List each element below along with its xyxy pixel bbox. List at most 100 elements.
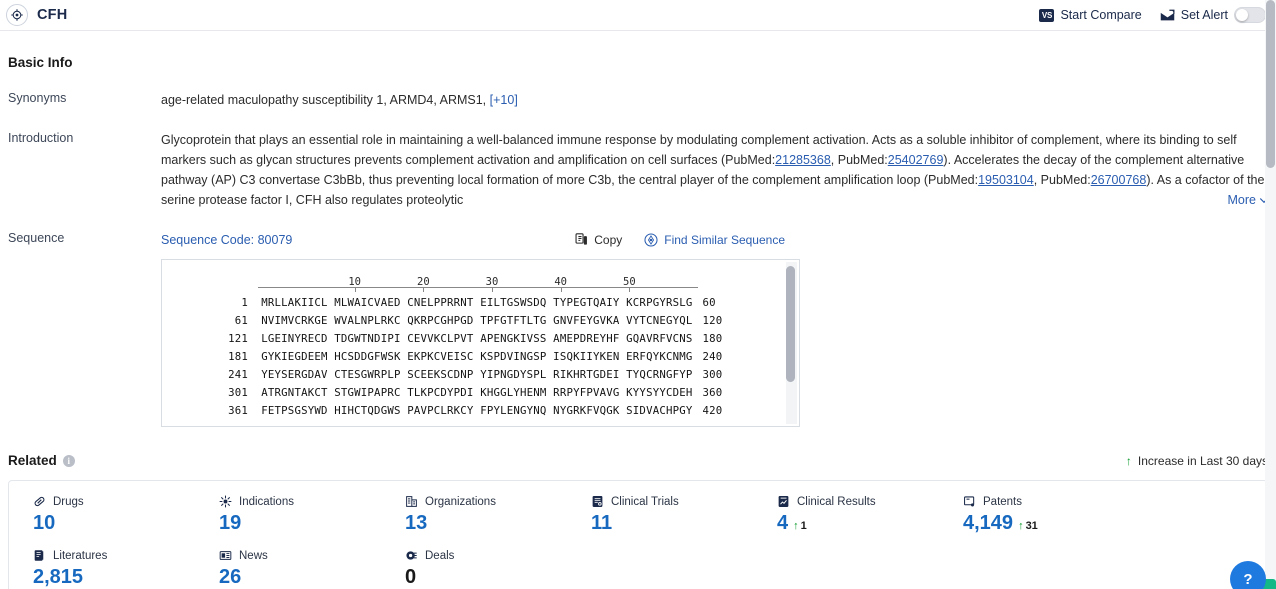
related-item-literatures[interactable]: Literatures 2,815	[9, 549, 195, 589]
related-item-header: Drugs	[33, 495, 195, 508]
related-item-count: 4,149	[963, 512, 1014, 534]
find-similar-label: Find Similar Sequence	[664, 233, 785, 247]
related-item-label: Literatures	[53, 549, 108, 562]
related-item-count: 10	[33, 512, 56, 534]
arrow-up-icon: ↑	[1125, 453, 1132, 468]
related-item-clinical-trials[interactable]: Clinical Trials 11	[567, 495, 753, 535]
main-content: Basic Info Synonyms age-related maculopa…	[0, 55, 1276, 589]
set-alert-label: Set Alert	[1180, 8, 1228, 22]
synonyms-value: age-related maculopathy susceptibility 1…	[161, 90, 1268, 110]
related-item-header: Literatures	[33, 549, 195, 562]
target-icon	[6, 4, 28, 26]
sequence-line: 121 LGEINYRECD TDGWTNDIPI CEVVKCLPVT APE…	[162, 330, 799, 348]
sequence-residues: NVIMVCRKGE WVALNPLRKC QKRPCGHPGD TPFGTFT…	[248, 314, 693, 327]
related-item-indications[interactable]: Indications 19	[195, 495, 381, 535]
related-item-label: Patents	[983, 495, 1022, 508]
top-bar-actions: VS Start Compare Set Alert	[1039, 7, 1270, 23]
sequence-line: 361 FETPSGSYWD HIHCTQDGWS PAVPCLRKCY FPY…	[162, 402, 799, 420]
pubmed-link[interactable]: 21285368	[775, 153, 831, 167]
pubmed-link[interactable]: 19503104	[978, 173, 1034, 187]
related-item-delta: ↑ 1	[793, 520, 807, 535]
sequence-line-start: 1	[241, 296, 248, 309]
related-item-count: 11	[591, 512, 613, 534]
sequence-residues: ATRGNTAKCT STGWIPAPRC TLKPCDYPDI KHGGLYH…	[248, 386, 693, 399]
pubmed-link[interactable]: 26700768	[1091, 173, 1147, 187]
synonyms-more-link[interactable]: [+10]	[490, 93, 518, 107]
increase-legend: ↑ Increase in Last 30 days	[1126, 454, 1268, 468]
sequence-line-start: 61	[234, 314, 248, 327]
start-compare-button[interactable]: VS Start Compare	[1039, 8, 1142, 22]
related-item-delta-value: 1	[800, 520, 807, 532]
introduction-row: Introduction Glycoprotein that plays an …	[8, 130, 1270, 210]
set-alert-toggle[interactable]	[1234, 7, 1266, 23]
related-item-value: 11	[591, 512, 753, 535]
related-grid: Drugs 10 Indications 19 Organizations 13 Clini…	[9, 495, 1267, 589]
related-item-label: Drugs	[53, 495, 84, 508]
brand-area: CFH	[6, 4, 67, 26]
news-icon	[219, 549, 232, 562]
sequence-line-end: 360	[702, 386, 723, 399]
related-item-clinical-results[interactable]: Clinical Results 4 ↑ 1	[753, 495, 939, 535]
related-item-label: News	[239, 549, 268, 562]
info-icon[interactable]: i	[62, 454, 75, 467]
start-compare-label: Start Compare	[1060, 8, 1142, 22]
related-item-organizations[interactable]: Organizations 13	[381, 495, 567, 535]
related-item-value: 26	[219, 566, 381, 589]
sequence-lines: 1 MRLLAKIICL MLWAICVAED CNELPPRRNT EILTG…	[162, 294, 799, 420]
indication-icon	[219, 495, 232, 508]
clinical-trial-icon	[591, 495, 604, 508]
sequence-line: 61 NVIMVCRKGE WVALNPLRKC QKRPCGHPGD TPFG…	[162, 312, 799, 330]
related-item-patents[interactable]: Patents 4,149 ↑ 31	[939, 495, 1125, 535]
copy-button[interactable]: Copy	[575, 230, 622, 250]
pubmed-link[interactable]: 25402769	[888, 153, 944, 167]
introduction-label: Introduction	[8, 131, 74, 145]
organization-icon	[405, 495, 418, 508]
sequence-viewer[interactable]: 10 20 30 40 50 1 MRLLAKIICL MLWAICVAED CNELP…	[161, 259, 800, 427]
sequence-line: 301 ATRGNTAKCT STGWIPAPRC TLKPCDYPDI KHG…	[162, 384, 799, 402]
related-item-label: Indications	[239, 495, 294, 508]
related-item-header: News	[219, 549, 381, 562]
related-item-count: 26	[219, 566, 242, 588]
find-similar-sequence-button[interactable]: Find Similar Sequence	[644, 230, 785, 250]
related-item-news[interactable]: News 26	[195, 549, 381, 589]
sequence-line: 241 YEYSERGDAV CTESGWRPLP SCEEKSCDNP YIP…	[162, 366, 799, 384]
synonyms-label: Synonyms	[8, 91, 67, 105]
page-title: CFH	[37, 7, 68, 23]
clinical-result-icon	[777, 495, 790, 508]
increase-legend-label: Increase in Last 30 days	[1137, 453, 1268, 468]
ruler-notch	[492, 287, 493, 292]
sequence-residues: LGEINYRECD TDGWTNDIPI CEVVKCLPVT APENGKI…	[248, 332, 693, 345]
copy-label: Copy	[594, 233, 623, 247]
related-header: Related i ↑ Increase in Last 30 days	[8, 453, 1268, 468]
protein-detail-page: CFH VS Start Compare Set Alert Basic Inf…	[0, 0, 1276, 589]
copy-icon	[575, 233, 588, 245]
help-widget-button[interactable]: ?	[1230, 561, 1266, 589]
arrow-up-icon: ↑	[793, 520, 799, 532]
sequence-scrollbar-track[interactable]	[786, 262, 797, 424]
related-item-count: 19	[219, 512, 242, 534]
related-item-count: 4	[777, 512, 789, 534]
sequence-residues: YEYSERGDAV CTESGWRPLP SCEEKSCDNP YIPNGDY…	[248, 368, 693, 381]
sequence-actions: Copy Find Similar Sequence	[575, 230, 1268, 250]
synonyms-text: age-related maculopathy susceptibility 1…	[161, 93, 487, 107]
ruler-notch	[354, 287, 356, 292]
sequence-line: 1 MRLLAKIICL MLWAICVAED CNELPPRRNT EILTG…	[162, 294, 799, 312]
sequence-code-link[interactable]: Sequence Code: 80079	[161, 230, 292, 250]
top-bar: CFH VS Start Compare Set Alert	[0, 0, 1276, 31]
related-card: Drugs 10 Indications 19 Organizations 13 Clini…	[8, 480, 1268, 589]
related-item-delta-value: 31	[1025, 520, 1038, 532]
sequence-label: Sequence	[8, 231, 65, 245]
set-alert-control[interactable]: Set Alert	[1160, 7, 1266, 23]
related-item-drugs[interactable]: Drugs 10	[9, 495, 195, 535]
sequence-scrollbar-thumb[interactable]	[786, 266, 795, 382]
related-item-label: Clinical Results	[797, 495, 876, 508]
related-item-value: 0	[405, 566, 567, 589]
introduction-more-link[interactable]: More	[1219, 190, 1270, 210]
page-scrollbar-track[interactable]	[1265, 0, 1276, 589]
related-item-deals[interactable]: Deals 0	[381, 549, 567, 589]
page-scrollbar-thumb[interactable]	[1266, 0, 1275, 168]
related-item-value: 4 ↑ 1	[777, 512, 939, 535]
introduction-text: Glycoprotein that plays an essential rol…	[161, 133, 1264, 207]
sequence-line-start: 301	[228, 386, 248, 399]
sequence-residues: FETPSGSYWD HIHCTQDGWS PAVPCLRKCY FPYLENG…	[248, 404, 693, 417]
